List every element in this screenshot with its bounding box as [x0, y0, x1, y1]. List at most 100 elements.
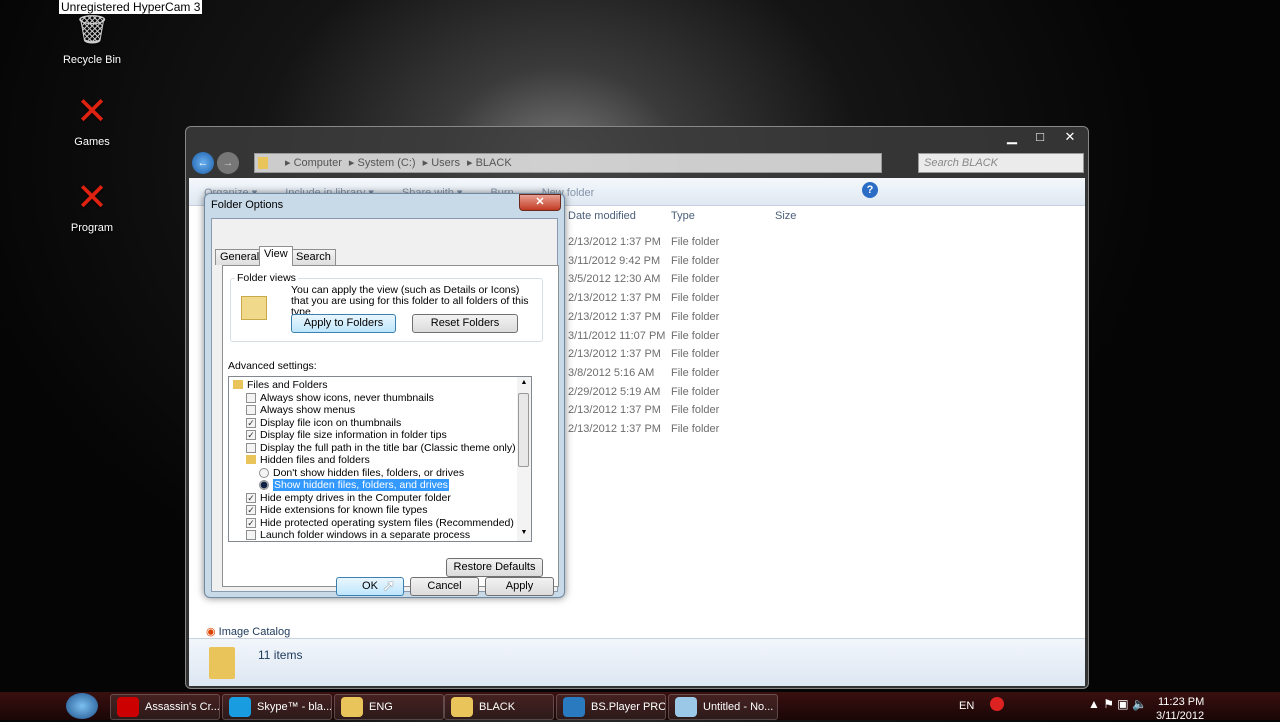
file-type: File folder: [671, 385, 720, 398]
taskbar-item-label: BLACK: [479, 701, 516, 713]
reset-folders-button[interactable]: Reset Folders: [412, 314, 518, 333]
breadcrumb-arrow-icon[interactable]: ▸: [346, 157, 358, 169]
breadcrumb-item[interactable]: System (C:): [358, 157, 416, 169]
checkbox[interactable]: [246, 530, 256, 540]
file-type: File folder: [671, 423, 720, 435]
address-bar[interactable]: ▸ Computer ▸ System (C:) ▸ Users ▸ BLACK: [254, 153, 882, 173]
clock-time[interactable]: 11:23 PM: [1158, 696, 1204, 708]
advanced-setting-folder: Hidden files and folders: [246, 454, 370, 467]
checkbox[interactable]: ✓: [246, 417, 256, 428]
checkbox[interactable]: ✓: [246, 517, 256, 528]
folder-icon: [258, 157, 268, 169]
file-date: 3/11/2012 9:42 PM: [568, 254, 661, 267]
taskbar: Assassin's Cr... Skype™ - bla... ENG BLACK B…: [0, 692, 1280, 722]
view-tab-panel: Folder views You can apply the view (suc…: [222, 265, 559, 587]
breadcrumb-item[interactable]: Computer: [294, 157, 342, 169]
advanced-setting-check[interactable]: ✓ Display file icon on thumbnails: [246, 417, 401, 430]
desktop-icon-label: Games: [74, 136, 110, 148]
help-icon[interactable]: ?: [862, 182, 878, 198]
column-date-modified[interactable]: Date modified: [568, 210, 636, 222]
folder-icon: [341, 697, 363, 717]
advanced-setting-radio[interactable]: Show hidden files, folders, and drives: [259, 479, 449, 492]
folder-views-icon: [241, 296, 267, 320]
restore-defaults-button[interactable]: Restore Defaults: [446, 558, 543, 577]
bsplayer-icon: [563, 697, 585, 717]
file-date: 2/13/2012 1:37 PM: [568, 236, 661, 248]
checkbox[interactable]: [246, 405, 256, 415]
breadcrumb-arrow-icon[interactable]: ▸: [464, 157, 476, 169]
desktop-icon-recycle-bin[interactable]: 🗑 Recycle Bin: [57, 10, 127, 66]
advanced-setting-radio[interactable]: Don't show hidden files, folders, or dri…: [259, 467, 464, 480]
desktop-icon-games[interactable]: ✕ Games: [57, 92, 127, 148]
language-indicator[interactable]: EN: [959, 700, 974, 712]
checkbox[interactable]: [246, 442, 256, 453]
desktop-icon-label: Program: [70, 222, 114, 234]
apply-button[interactable]: Apply: [485, 577, 554, 596]
minimize-button[interactable]: ▁: [998, 129, 1026, 147]
search-input[interactable]: Search BLACK: [918, 153, 1084, 173]
advanced-setting-label: Launch folder windows in a separate proc…: [260, 529, 471, 541]
desktop-icon-program[interactable]: ✕ Program: [57, 178, 127, 234]
advanced-setting-check[interactable]: ✓ Hide protected operating system files (…: [246, 517, 514, 530]
folder-views-label: Folder views: [235, 272, 298, 284]
tab-general[interactable]: General: [215, 249, 265, 265]
breadcrumb-arrow-icon[interactable]: ▸: [285, 157, 294, 169]
file-type: File folder: [671, 236, 720, 248]
column-size[interactable]: Size: [775, 210, 796, 222]
advanced-setting-label: Hide protected operating system files (R…: [260, 516, 514, 529]
taskbar-item[interactable]: BLACK: [444, 694, 554, 720]
record-icon[interactable]: [990, 697, 1004, 711]
advanced-setting-check[interactable]: Always show menus: [246, 404, 355, 417]
advanced-settings-list[interactable]: Files and Folders Always show icons, neve…: [228, 376, 532, 542]
advanced-setting-check[interactable]: ✓ Hide extensions for known file types: [246, 504, 428, 517]
scrollbar[interactable]: ▲ ▼: [517, 377, 531, 541]
back-button[interactable]: ←: [192, 152, 214, 174]
scroll-down-arrow[interactable]: ▼: [517, 529, 531, 536]
cancel-button[interactable]: Cancel: [410, 577, 479, 596]
advanced-setting-check[interactable]: Launch folder windows in a separate proc…: [246, 529, 471, 541]
breadcrumb-item[interactable]: BLACK: [476, 157, 512, 169]
desktop-icon-label: Recycle Bin: [62, 54, 122, 66]
close-button[interactable]: ✕: [1052, 129, 1088, 147]
taskbar-item-label: ENG: [369, 701, 393, 713]
breadcrumb-item[interactable]: Users: [431, 157, 460, 169]
clock-date[interactable]: 3/11/2012: [1156, 710, 1204, 722]
nav-item-image-catalog[interactable]: ◉ Image Catalog: [206, 625, 290, 638]
dialog-close-button[interactable]: ✕: [519, 194, 561, 211]
checkbox[interactable]: [246, 392, 256, 403]
advanced-setting-check[interactable]: ✓ Hide empty drives in the Computer folde…: [246, 492, 451, 505]
scroll-thumb[interactable]: [518, 393, 529, 467]
taskbar-item[interactable]: Skype™ - bla...: [222, 694, 332, 720]
forward-button[interactable]: →: [217, 152, 239, 174]
checkbox[interactable]: ✓: [246, 492, 256, 503]
checkbox[interactable]: ✓: [246, 430, 256, 440]
nav-item-label: Image Catalog: [218, 626, 291, 638]
skype-icon: [229, 697, 251, 717]
tray-icons[interactable]: ▲ ⚑ ▣ 🔈: [1088, 697, 1147, 711]
taskbar-item[interactable]: Untitled - No...: [668, 694, 778, 720]
advanced-setting-label: Don't show hidden files, folders, or dri…: [273, 466, 465, 479]
taskbar-item[interactable]: Assassin's Cr...: [110, 694, 220, 720]
advanced-setting-label: Always show menus: [260, 404, 356, 416]
column-type[interactable]: Type: [671, 210, 695, 222]
advanced-setting-check[interactable]: Always show icons, never thumbnails: [246, 392, 434, 405]
file-date: 2/29/2012 5:19 AM: [568, 385, 661, 398]
radio-button[interactable]: [259, 480, 269, 490]
start-button[interactable]: [66, 693, 98, 719]
tab-search[interactable]: Search: [291, 249, 336, 265]
breadcrumb-arrow-icon[interactable]: ▸: [420, 157, 432, 169]
radio-button[interactable]: [259, 467, 269, 478]
advanced-setting-check[interactable]: Display the full path in the title bar (…: [246, 442, 516, 455]
checkbox[interactable]: ✓: [246, 505, 256, 515]
taskbar-item-label: Assassin's Cr...: [145, 701, 220, 713]
apply-to-folders-button[interactable]: Apply to Folders: [291, 314, 396, 333]
taskbar-item[interactable]: BS.Player PRO: [556, 694, 666, 720]
maximize-button[interactable]: □: [1026, 129, 1054, 147]
file-type: File folder: [671, 292, 720, 305]
advanced-setting-check[interactable]: ✓ Display file size information in folder…: [246, 429, 447, 442]
file-date: 3/8/2012 5:16 AM: [568, 366, 655, 379]
scroll-up-arrow[interactable]: ▲: [517, 379, 531, 386]
taskbar-item[interactable]: ENG: [334, 694, 444, 720]
opera-icon: [117, 697, 139, 717]
tab-view[interactable]: View: [259, 246, 293, 266]
